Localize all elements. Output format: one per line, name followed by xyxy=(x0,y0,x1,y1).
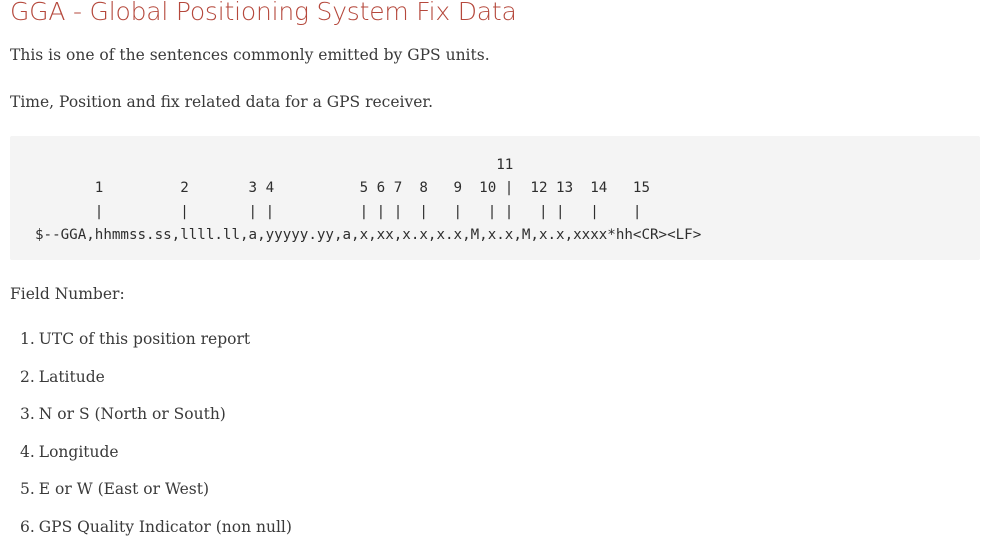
list-item-number: 4. xyxy=(20,442,35,461)
list-item-text: GPS Quality Indicator (non null) xyxy=(38,517,292,536)
code-line-field-numbers: 1 2 3 4 5 6 7 8 9 10 | 12 13 14 15 xyxy=(35,180,650,197)
list-item: 2. Latitude xyxy=(20,368,292,406)
list-item-text: UTC of this position report xyxy=(38,330,251,348)
page-title: GGA - Global Positioning System Fix Data xyxy=(10,0,517,26)
description-paragraph: Time, Position and fix related data for … xyxy=(10,93,434,111)
document-page: GGA - Global Positioning System Fix Data… xyxy=(0,0,992,551)
list-item-text: N or S (North or South) xyxy=(38,405,226,424)
list-item-text: Longitude xyxy=(38,442,119,461)
list-item: 1. UTC of this position report xyxy=(20,330,292,368)
list-item-number: 3. xyxy=(20,405,35,424)
field-number-heading: Field Number: xyxy=(10,285,125,303)
sentence-format-code-block: 11 1 2 3 4 5 6 7 8 9 10 | 12 13 14 15 | … xyxy=(10,136,980,260)
list-item: 6. GPS Quality Indicator (non null) xyxy=(20,518,292,556)
list-item-number: 2. xyxy=(20,367,35,386)
list-item-number: 1. xyxy=(20,330,35,348)
list-item-number: 6. xyxy=(20,517,35,536)
list-item-text: Latitude xyxy=(38,367,105,386)
code-line-field-markers: | | | | | | | | | | | | | | | xyxy=(35,203,642,220)
list-item-text: E or W (East or West) xyxy=(38,480,210,499)
code-line-sentence-format: $--GGA,hhmmss.ss,llll.ll,a,yyyyy.yy,a,x,… xyxy=(35,226,702,243)
list-item: 3. N or S (North or South) xyxy=(20,405,292,443)
list-item: 5. E or W (East or West) xyxy=(20,480,292,518)
list-item: 4. Longitude xyxy=(20,443,292,481)
code-line-field-11-number: 11 xyxy=(35,157,514,173)
intro-paragraph: This is one of the sentences commonly em… xyxy=(10,46,490,64)
field-list: 1. UTC of this position report 2. Latitude… xyxy=(20,330,292,556)
list-item-number: 5. xyxy=(20,480,35,499)
code-text: 11 1 2 3 4 5 6 7 8 9 10 | 12 13 14 15 | … xyxy=(35,154,701,247)
